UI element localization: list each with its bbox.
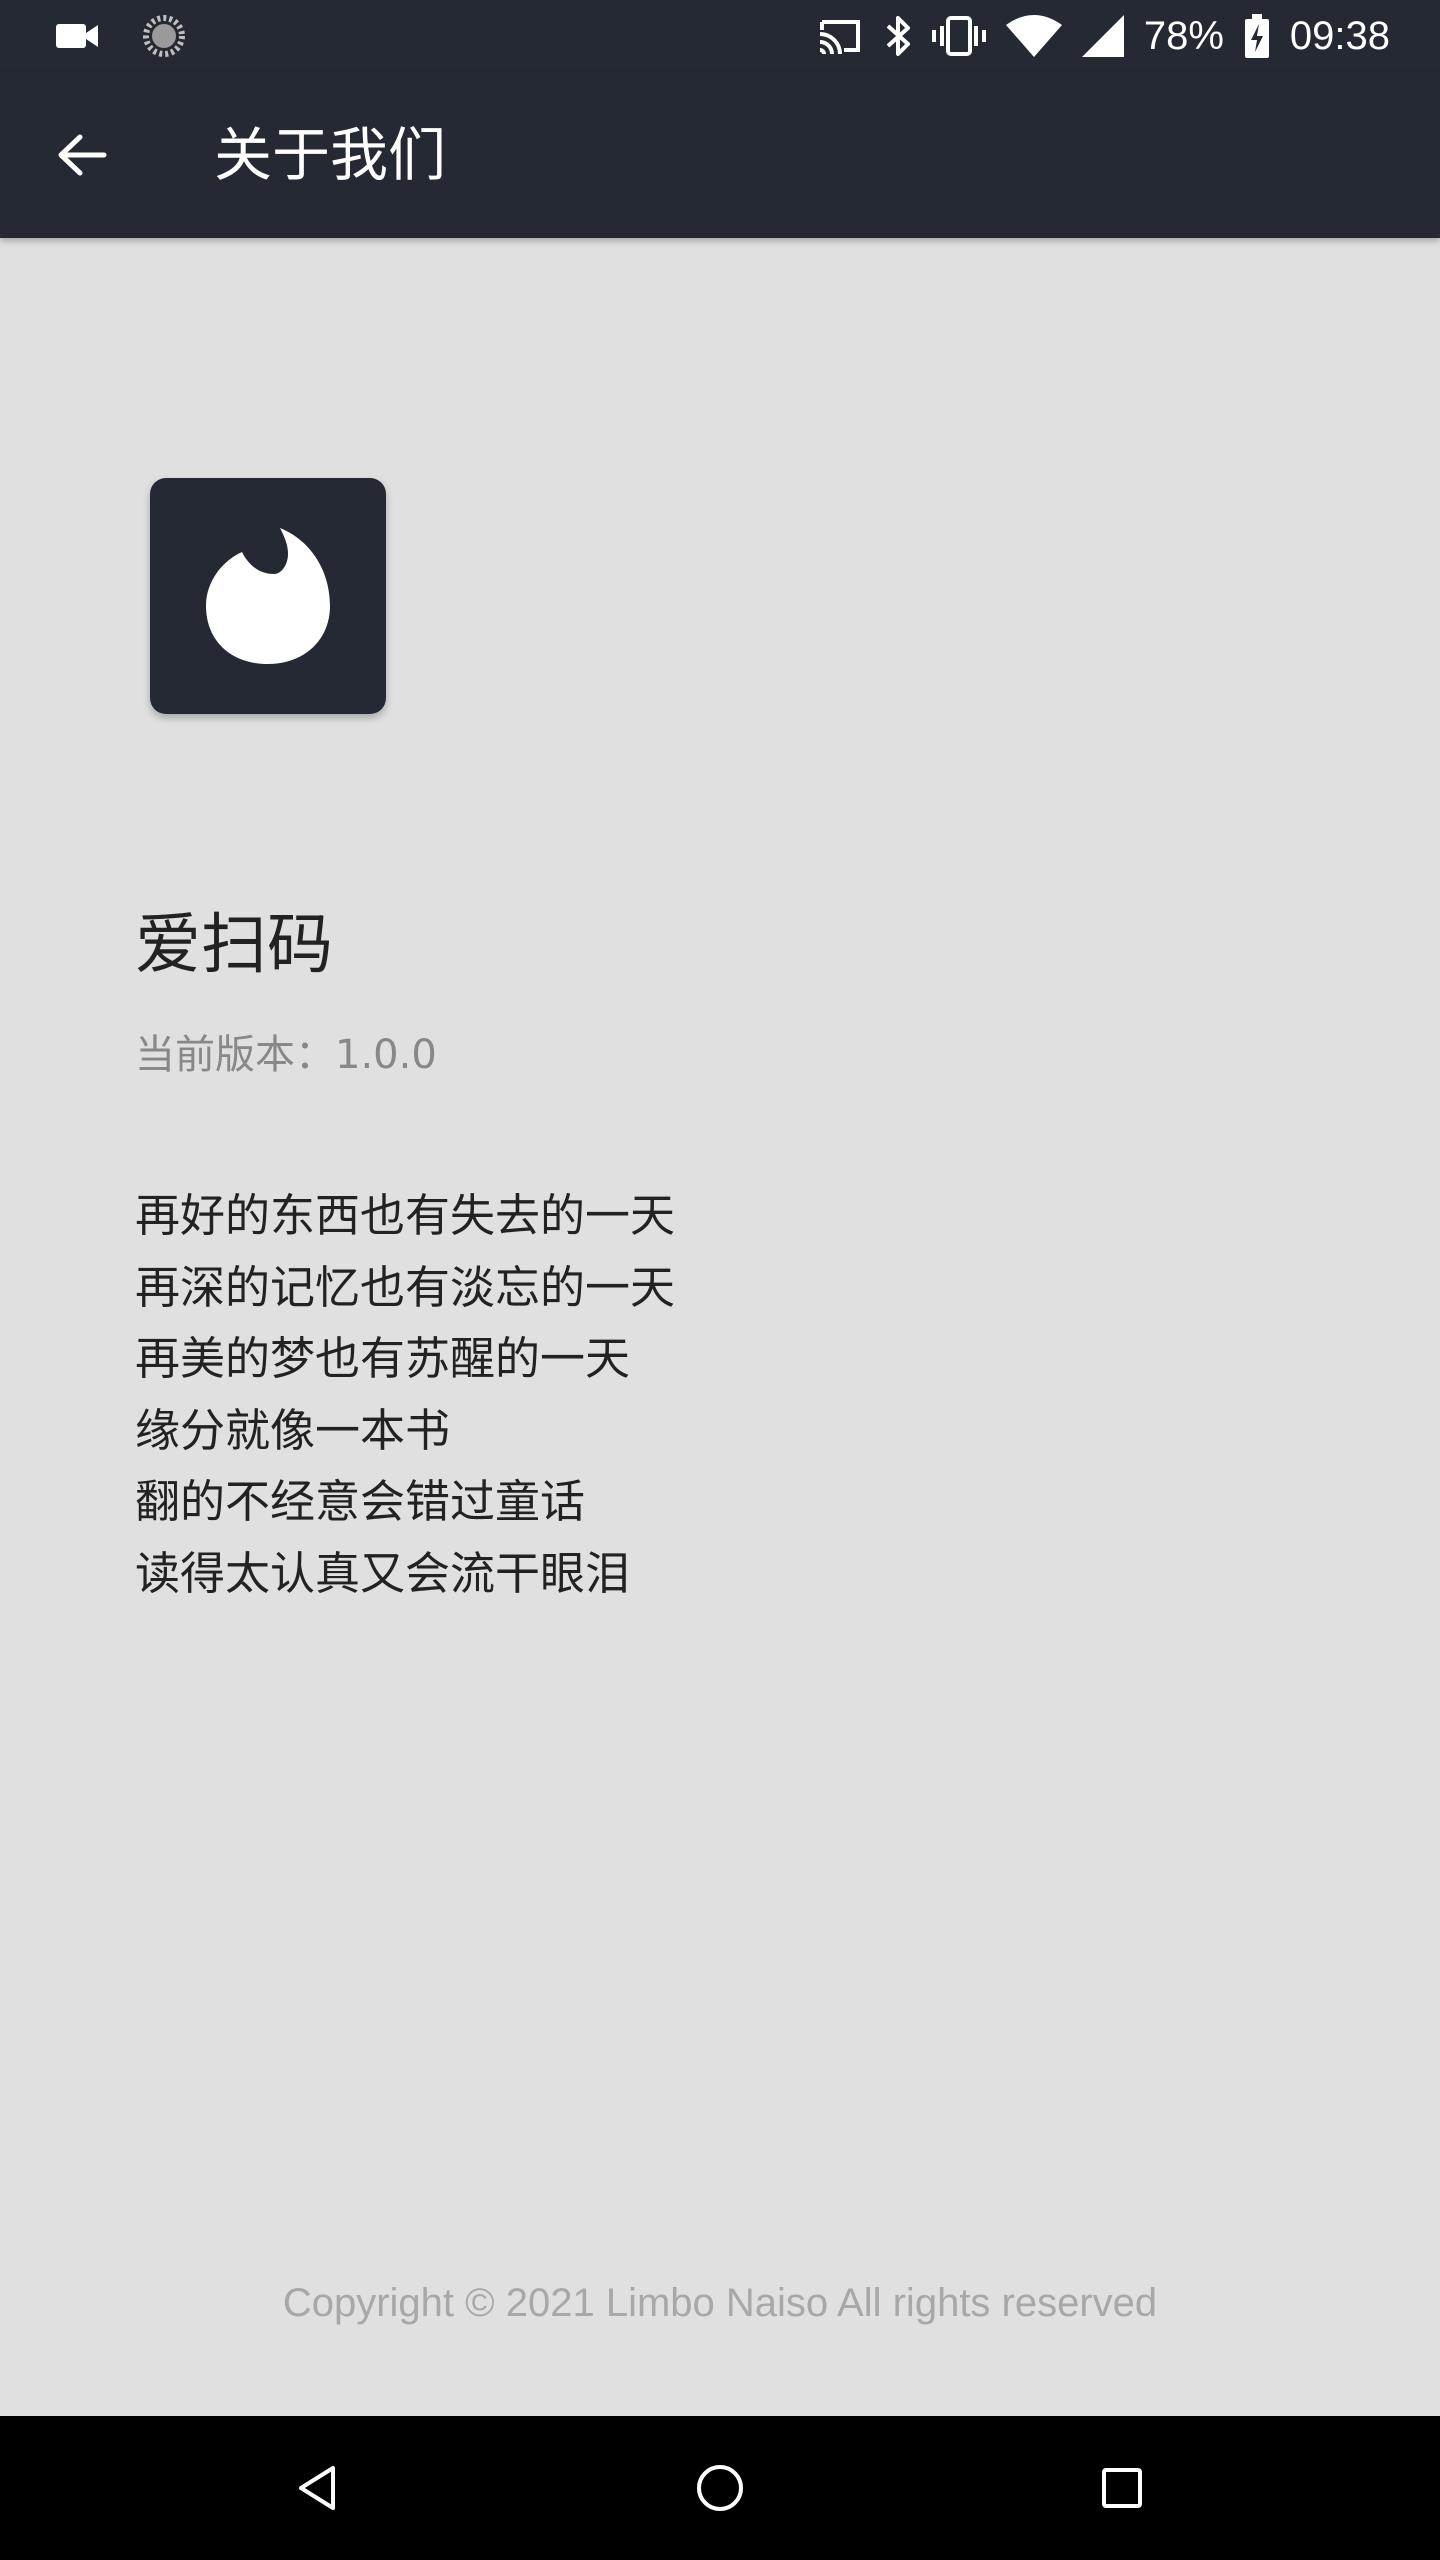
status-bar-system: 78% 09:38 xyxy=(816,10,1390,62)
home-circle-icon xyxy=(697,2465,743,2511)
app-logo xyxy=(150,478,386,714)
app-name: 爱扫码 xyxy=(135,906,333,983)
copyright-text: Copyright © 2021 Limbo Naiso All rights … xyxy=(282,2281,1158,2325)
wifi-icon xyxy=(1005,15,1062,57)
description-line: 缘分就像一本书 xyxy=(135,1403,451,1457)
battery-percentage: 78% xyxy=(1143,14,1224,58)
description-line: 再美的梦也有苏醒的一天 xyxy=(135,1332,631,1385)
nav-back-button[interactable] xyxy=(272,2443,362,2533)
cast-icon xyxy=(816,16,864,56)
app-version: 当前版本：1.0.0 xyxy=(135,1032,437,1078)
status-bar: 78% 09:38 xyxy=(0,0,1440,72)
signal-icon xyxy=(1081,15,1124,57)
flame-icon xyxy=(206,528,330,664)
recents-square-icon xyxy=(1102,2468,1142,2508)
status-bar-notifications xyxy=(56,14,186,58)
battery-charging-icon xyxy=(1244,14,1270,58)
description-line: 读得太认真又会流干眼泪 xyxy=(135,1546,631,1600)
bluetooth-icon xyxy=(884,14,912,58)
back-triangle-icon xyxy=(299,2466,335,2510)
back-button[interactable] xyxy=(40,113,124,197)
nav-home-button[interactable] xyxy=(675,2443,765,2533)
video-camera-icon xyxy=(56,21,100,51)
nav-recents-button[interactable] xyxy=(1077,2443,1167,2533)
app-description: 再好的东西也有失去的一天 再深的记忆也有淡忘的一天 再美的梦也有苏醒的一天 缘分… xyxy=(135,1180,675,1609)
arrow-left-icon xyxy=(58,134,107,176)
sync-icon xyxy=(142,14,186,58)
description-line: 翻的不经意会错过童话 xyxy=(135,1475,586,1528)
vibrate-icon xyxy=(931,14,986,58)
status-bar-time: 09:38 xyxy=(1289,14,1390,58)
description-line: 再深的记忆也有淡忘的一天 xyxy=(135,1260,676,1314)
app-bar: 关于我们 xyxy=(0,72,1440,238)
page-title: 关于我们 xyxy=(214,121,447,189)
navigation-bar xyxy=(0,2416,1440,2560)
description-line: 再好的东西也有失去的一天 xyxy=(135,1189,676,1242)
